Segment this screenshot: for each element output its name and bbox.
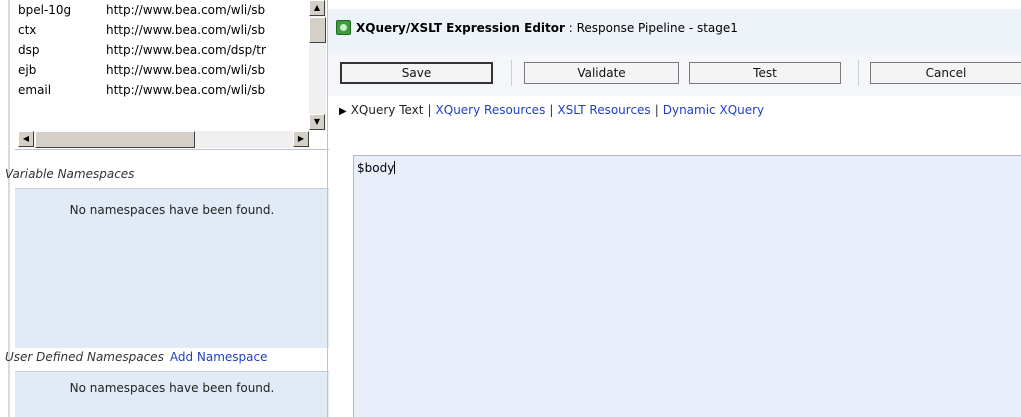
editor-title-main: XQuery/XSLT Expression Editor [356,21,565,35]
editor-title-bar: XQuery/XSLT Expression Editor : Response… [328,9,1021,52]
tab-xquery-resources[interactable]: XQuery Resources [436,103,546,117]
namespace-uri: http://www.bea.com/dsp/tr [106,43,266,57]
namespace-row[interactable]: email http://www.bea.com/wli/sb [18,80,308,100]
expression-editor-icon [336,20,351,35]
editor-title-context: : Response Pipeline - stage1 [564,21,738,35]
tab-separator: | [549,103,554,117]
namespace-row[interactable]: ctx http://www.bea.com/wli/sb [18,20,308,40]
save-button[interactable]: Save [340,62,493,84]
empty-message: No namespaces have been found. [69,203,275,217]
editor-tabs: ▶ XQuery Text | XQuery Resources | XSLT Resou… [339,103,764,117]
namespace-uri: http://www.bea.com/wli/sb [106,63,266,77]
namespace-uri: http://www.bea.com/wli/sb [106,23,266,37]
scroll-thumb[interactable] [309,17,326,43]
namespace-panel: bpel-10g http://www.bea.com/wli/sb ctx h… [0,0,329,417]
toolbar-separator [511,60,512,86]
validate-button[interactable]: Validate [524,62,679,84]
arrow-down-icon[interactable]: ▼ [309,114,325,130]
arrow-up-icon[interactable]: ▲ [309,0,325,16]
xquery-text-area[interactable]: $body [353,155,1021,417]
cancel-button[interactable]: Cancel [870,62,1021,84]
user-namespaces-box: No namespaces have been found. [15,371,329,417]
namespace-prefix: dsp [18,43,40,57]
namespace-uri: http://www.bea.com/wli/sb [106,3,266,17]
tab-dynamic-xquery[interactable]: Dynamic XQuery [663,103,764,117]
arrow-left-icon[interactable]: ◀ [18,131,34,147]
horizontal-scrollbar[interactable]: ◀ ▶ [18,131,309,148]
expression-editor-panel: XQuery/XSLT Expression Editor : Response… [327,0,1021,417]
section-title: Variable Namespaces [5,167,135,181]
tab-separator: | [427,103,432,117]
test-button[interactable]: Test [689,62,841,84]
namespace-prefix: email [18,83,52,97]
user-namespaces-heading: User Defined Namespaces Add Namespace [5,346,329,368]
namespace-prefix: ctx [18,23,37,37]
editor-content: $body [357,161,396,175]
expand-arrow-icon[interactable]: ▶ [339,106,347,117]
expression-text: $body [357,161,395,175]
tab-xslt-resources[interactable]: XSLT Resources [557,103,650,117]
namespace-list: bpel-10g http://www.bea.com/wli/sb ctx h… [15,0,329,150]
toolbar-separator [858,60,859,86]
tab-xquery-text[interactable]: XQuery Text [351,103,424,117]
tab-separator: | [654,103,659,117]
namespace-uri: http://www.bea.com/wli/sb [106,83,266,97]
variable-namespaces-heading: Variable Namespaces [5,163,329,185]
namespace-prefix: ejb [18,63,37,77]
namespace-row[interactable]: dsp http://www.bea.com/dsp/tr [18,40,308,60]
variable-namespaces-box: No namespaces have been found. [15,188,329,348]
section-title: User Defined Namespaces [5,350,164,364]
arrow-right-icon[interactable]: ▶ [293,131,309,147]
vertical-scrollbar[interactable]: ▲ ▼ [309,0,326,130]
editor-title: XQuery/XSLT Expression Editor : Response… [356,21,738,35]
text-caret [394,161,396,174]
namespace-prefix: bpel-10g [18,3,72,17]
scroll-thumb[interactable] [35,131,195,148]
empty-message: No namespaces have been found. [69,381,275,395]
namespace-row[interactable]: ejb http://www.bea.com/wli/sb [18,60,308,80]
editor-toolbar: Save Validate Test Cancel [328,52,1021,96]
add-namespace-link[interactable]: Add Namespace [170,350,268,364]
namespace-row[interactable]: bpel-10g http://www.bea.com/wli/sb [18,0,308,20]
